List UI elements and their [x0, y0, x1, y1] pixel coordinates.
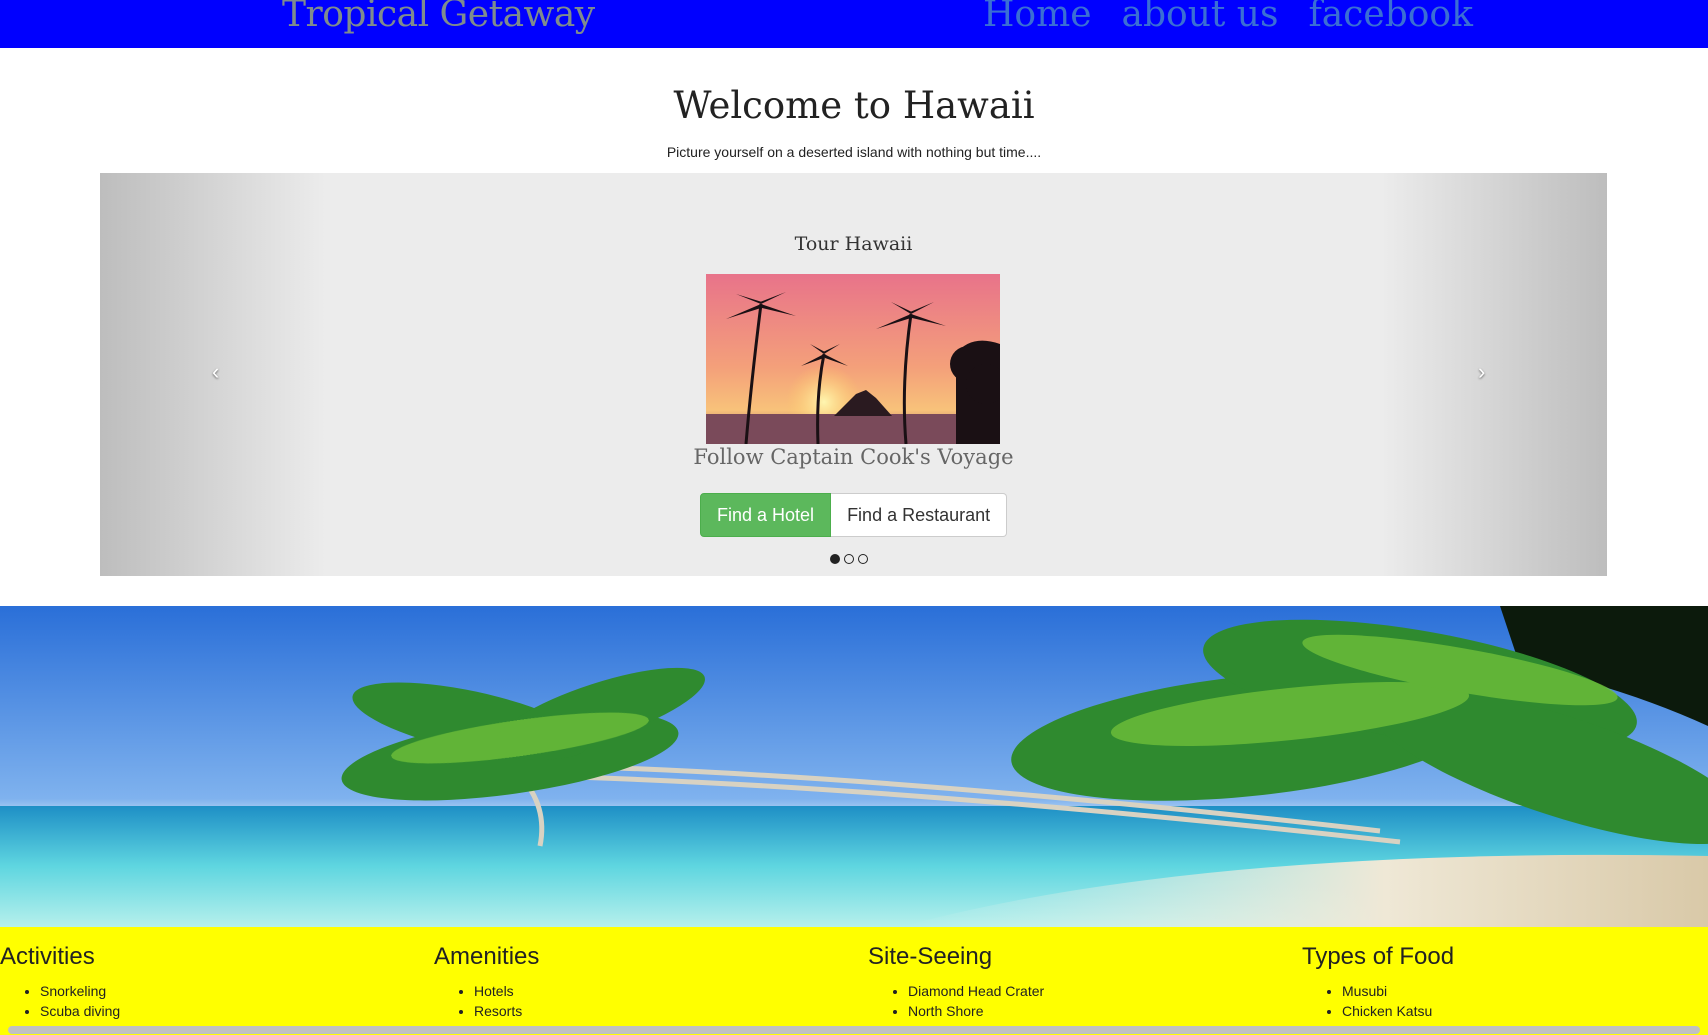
- chevron-left-icon[interactable]: ‹: [212, 359, 219, 385]
- carousel-button-group: Find a Hotel Find a Restaurant: [700, 493, 1008, 537]
- list-item: Resorts: [474, 1001, 539, 1021]
- page-title: Welcome to Hawaii: [673, 84, 1035, 127]
- horizontal-scrollbar[interactable]: [8, 1026, 1700, 1034]
- footer-column-amenities: Amenities Hotels Resorts: [434, 943, 539, 1021]
- footer-column-food: Types of Food Musubi Chicken Katsu: [1302, 943, 1454, 1021]
- find-restaurant-button[interactable]: Find a Restaurant: [831, 493, 1008, 537]
- footer-heading: Activities: [0, 943, 95, 970]
- carousel-title: Tour Hawaii: [794, 233, 913, 255]
- list-item: Hotels: [474, 981, 539, 1001]
- list-item: Snorkeling: [40, 981, 120, 1001]
- footer-heading: Types of Food: [1302, 943, 1455, 970]
- sunset-palms-image: [706, 274, 1000, 444]
- nav-home-link[interactable]: Home: [983, 0, 1092, 35]
- top-navbar: Tropical Getaway Home about us facebook: [0, 0, 1708, 48]
- nav-facebook-link[interactable]: facebook: [1308, 0, 1472, 35]
- find-hotel-button[interactable]: Find a Hotel: [700, 493, 832, 537]
- chevron-right-icon[interactable]: ›: [1478, 359, 1485, 385]
- nav-about-link[interactable]: about us: [1122, 0, 1279, 35]
- carousel: Tour Hawaii Follow Captain Cook's Voyage…: [100, 173, 1607, 576]
- carousel-indicator-2[interactable]: [844, 554, 854, 564]
- carousel-indicators: [830, 554, 868, 564]
- carousel-caption: Follow Captain Cook's Voyage: [693, 445, 1014, 469]
- tagline: Picture yourself on a deserted island wi…: [666, 144, 1042, 160]
- footer-column-activities: Activities Snorkeling Scuba diving: [0, 943, 120, 1021]
- footer-heading: Site-Seeing: [868, 943, 993, 970]
- beach-palms-image: [0, 606, 1708, 927]
- footer-column-site-seeing: Site-Seeing Diamond Head Crater North Sh…: [868, 943, 1044, 1021]
- list-item: Chicken Katsu: [1342, 1001, 1454, 1021]
- footer: Activities Snorkeling Scuba diving Ameni…: [0, 927, 1708, 1035]
- brand-link[interactable]: Tropical Getaway: [282, 0, 595, 35]
- carousel-indicator-3[interactable]: [858, 554, 868, 564]
- list-item: North Shore: [908, 1001, 1044, 1021]
- list-item: Scuba diving: [40, 1001, 120, 1021]
- list-item: Diamond Head Crater: [908, 981, 1044, 1001]
- nav-links: Home about us facebook: [983, 0, 1473, 35]
- carousel-indicator-1[interactable]: [830, 554, 840, 564]
- footer-heading: Amenities: [434, 943, 540, 970]
- list-item: Musubi: [1342, 981, 1454, 1001]
